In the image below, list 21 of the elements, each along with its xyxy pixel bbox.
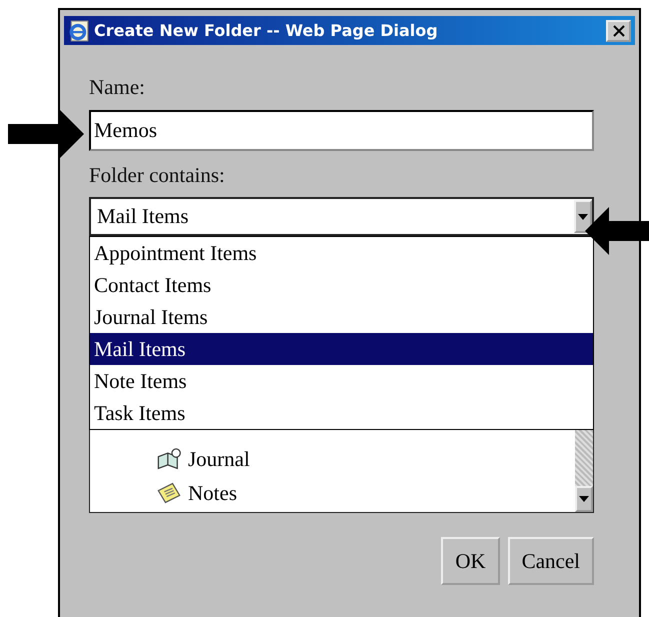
dropdown-option[interactable]: Appointment Items (90, 237, 593, 269)
name-input-field[interactable]: Memos (89, 110, 594, 151)
dropdown-option[interactable]: Mail Items (90, 333, 593, 365)
folder-name[interactable]: Notes (188, 480, 237, 506)
close-icon[interactable] (612, 24, 624, 36)
book-icon (156, 447, 182, 471)
dropdown-option[interactable]: Task Items (90, 397, 593, 429)
dropdown-option[interactable]: Contact Items (90, 269, 593, 301)
name-label: Name: (89, 74, 145, 101)
dialog-button[interactable]: OK (441, 537, 500, 585)
browser-icon (68, 20, 90, 42)
dialog-button[interactable]: Cancel (508, 537, 594, 585)
folder-name[interactable]: Journal (188, 446, 250, 472)
dropdown-option[interactable]: Journal Items (90, 301, 593, 333)
folder-type-dropdown[interactable]: Mail Items (89, 197, 594, 236)
dropdown-option[interactable]: Note Items (90, 365, 593, 397)
folder-contains-label: Folder contains: (89, 162, 225, 189)
scroll-down-icon[interactable] (575, 486, 593, 512)
window-title: Create New Folder -- Web Page Dialog (94, 21, 439, 40)
note-icon (156, 481, 182, 505)
close-button[interactable] (606, 20, 631, 42)
